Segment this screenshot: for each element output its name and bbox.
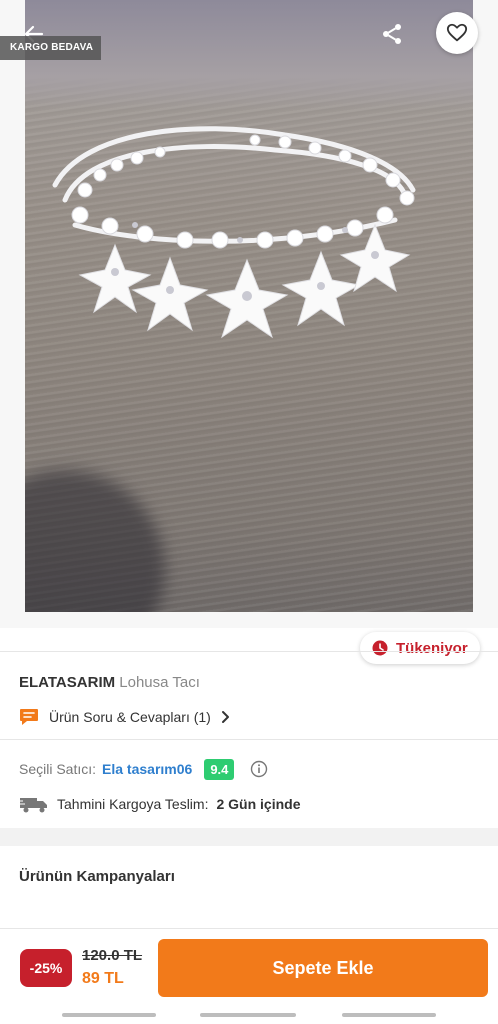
seller-info: Seçili Satıcı: Ela tasarım06 9.4 <box>19 756 268 782</box>
divider <box>0 651 498 652</box>
section-gap <box>0 828 498 846</box>
shipping-value: 2 Gün içinde <box>216 796 301 812</box>
nav-bar-segment <box>342 1013 436 1017</box>
product-title: ELATASARIM Lohusa Tacı <box>19 674 200 691</box>
shipping-estimate: Tahmini Kargoya Teslim: 2 Gün içinde <box>19 792 301 816</box>
clock-icon <box>372 640 388 656</box>
info-icon[interactable] <box>250 760 268 778</box>
favorite-button[interactable] <box>436 12 478 54</box>
headband-illustration <box>52 126 416 339</box>
heart-icon <box>446 23 468 42</box>
stock-low-label: Tükeniyor <box>396 639 468 657</box>
bottom-action-bar: -25% 120.0 TL 89 TL Sepete Ekle <box>0 928 498 1008</box>
seller-name-link[interactable]: Ela tasarım06 <box>102 761 192 777</box>
qa-label: Ürün Soru & Cevapları (1) <box>49 709 211 725</box>
product-brand[interactable]: ELATASARIM <box>19 674 115 691</box>
truck-icon <box>19 798 47 813</box>
share-icon <box>383 24 401 44</box>
seller-score-badge: 9.4 <box>204 758 235 780</box>
product-photo[interactable] <box>25 0 473 612</box>
chevron-right-icon <box>221 711 229 723</box>
product-qa-link[interactable]: Ürün Soru & Cevapları (1) <box>19 706 231 728</box>
old-price: 120.0 TL <box>82 947 143 964</box>
nav-bar-segment <box>62 1013 156 1017</box>
chat-icon <box>20 709 38 725</box>
shipping-label: Tahmini Kargoya Teslim: <box>57 796 209 812</box>
stock-low-badge: Tükeniyor <box>360 632 480 664</box>
share-button[interactable] <box>376 18 408 50</box>
divider <box>0 739 498 740</box>
campaigns-heading: Ürünün Kampanyaları <box>19 868 175 885</box>
discount-badge: -25% <box>20 949 72 987</box>
current-price: 89 TL <box>82 970 124 987</box>
product-name: Lohusa Tacı <box>119 674 200 691</box>
product-image-area: KARGO BEDAVA <box>0 0 498 628</box>
add-to-cart-button[interactable]: Sepete Ekle <box>158 939 488 997</box>
seller-label: Seçili Satıcı: <box>19 761 97 777</box>
free-shipping-badge: KARGO BEDAVA <box>0 36 102 60</box>
nav-bar-segment <box>200 1013 296 1017</box>
